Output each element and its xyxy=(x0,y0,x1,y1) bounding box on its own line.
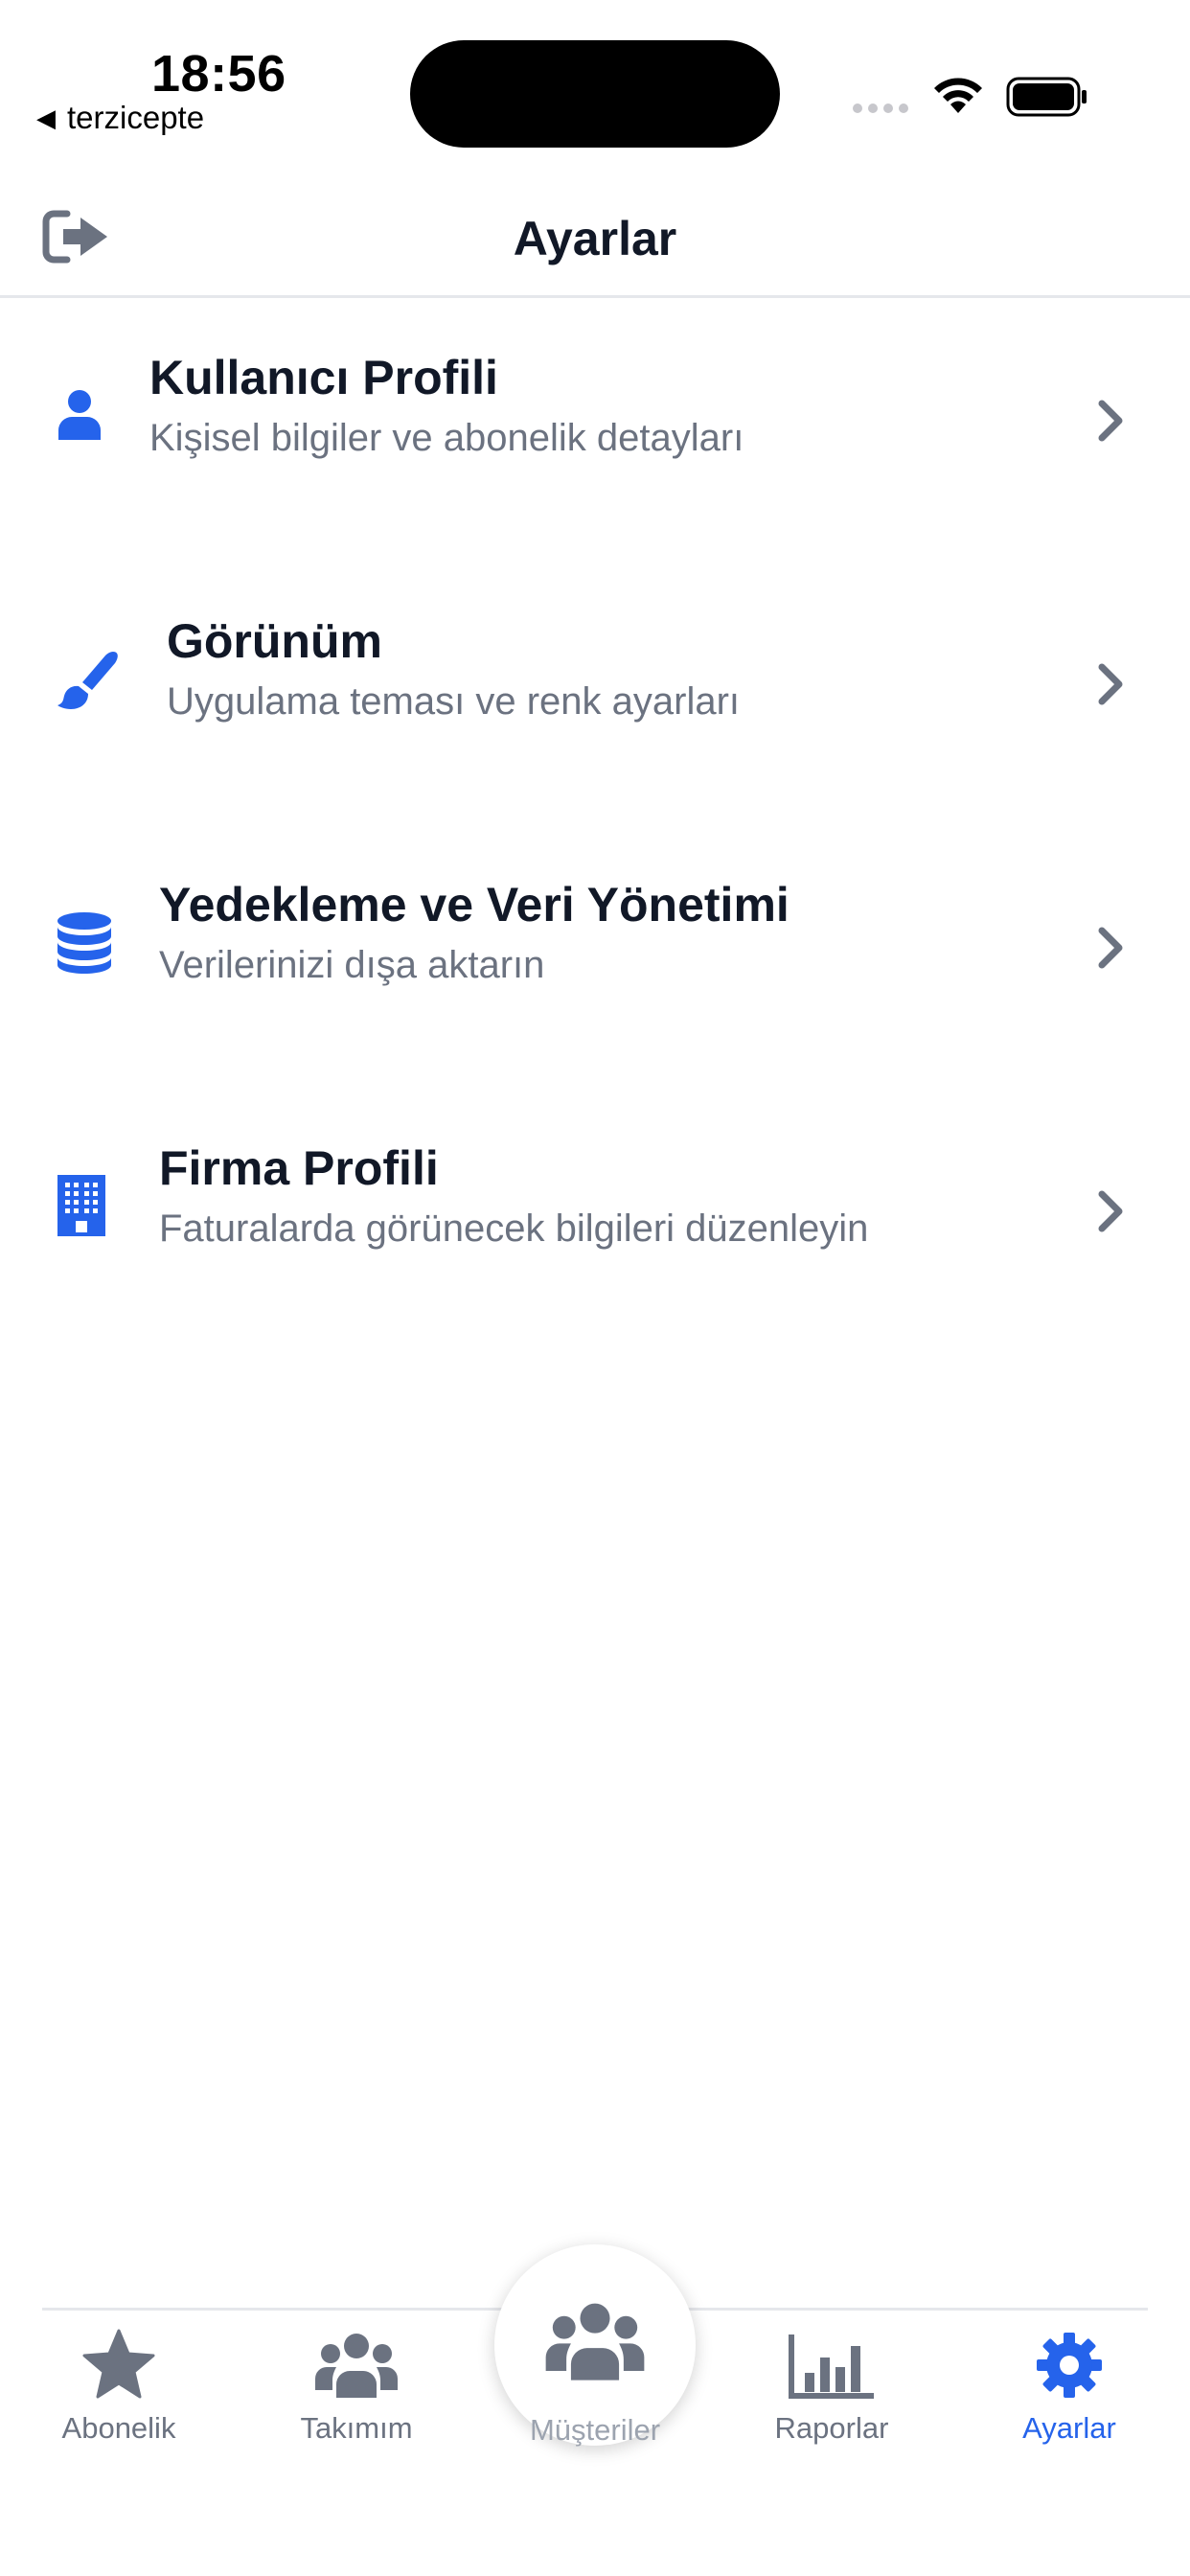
tab-label: Raporlar xyxy=(774,2411,889,2445)
wifi-icon xyxy=(934,78,982,113)
settings-item-title: Yedekleme ve Veri Yönetimi xyxy=(159,878,790,932)
cellular-signal-icon xyxy=(853,104,908,113)
back-to-app-link[interactable]: ◀ terzicepte xyxy=(36,100,204,136)
settings-item-appearance[interactable]: Görünüm Uygulama teması ve renk ayarları xyxy=(0,585,1190,776)
user-icon xyxy=(58,390,101,440)
tab-ayarlar[interactable]: Ayarlar xyxy=(964,2319,1175,2463)
settings-item-subtitle: Kişisel bilgiler ve abonelik detayları xyxy=(149,417,744,459)
settings-item-subtitle: Verilerinizi dışa aktarın xyxy=(159,944,545,986)
chevron-right-icon xyxy=(1098,400,1123,442)
status-time: 18:56 xyxy=(151,45,286,103)
settings-item-backup-data[interactable]: Yedekleme ve Veri Yönetimi Verilerinizi … xyxy=(0,848,1190,1040)
tab-musteriler[interactable]: Müşteriler xyxy=(494,2244,696,2447)
settings-item-title: Firma Profili xyxy=(159,1141,439,1195)
settings-item-title: Görünüm xyxy=(167,614,382,668)
settings-item-subtitle: Faturalarda görünecek bilgileri düzenley… xyxy=(159,1208,869,1250)
building-icon xyxy=(57,1175,105,1236)
paintbrush-icon xyxy=(57,652,118,709)
settings-item-company-profile[interactable]: Firma Profili Faturalarda görünecek bilg… xyxy=(0,1112,1190,1303)
dynamic-island xyxy=(410,40,780,148)
tab-abonelik[interactable]: Abonelik xyxy=(13,2319,224,2463)
database-icon xyxy=(57,912,111,974)
status-bar: 18:56 ◀ terzicepte xyxy=(0,0,1190,163)
nav-header: Ayarlar xyxy=(0,187,1190,298)
users-icon xyxy=(545,2303,645,2380)
settings-item-user-profile[interactable]: Kullanıcı Profili Kişisel bilgiler ve ab… xyxy=(0,321,1190,513)
tab-takimim[interactable]: Takımım xyxy=(251,2319,462,2463)
chevron-right-icon xyxy=(1098,663,1123,705)
users-icon xyxy=(315,2334,398,2398)
settings-item-subtitle: Uygulama teması ve renk ayarları xyxy=(167,680,741,723)
tab-label: Ayarlar xyxy=(1022,2411,1116,2445)
battery-icon xyxy=(1006,77,1087,117)
tab-label: Müşteriler xyxy=(529,2413,661,2447)
chevron-right-icon xyxy=(1098,1190,1123,1232)
back-app-label: terzicepte xyxy=(67,100,205,135)
tab-label: Takımım xyxy=(300,2411,413,2445)
tab-raporlar[interactable]: Raporlar xyxy=(726,2319,937,2463)
gear-icon xyxy=(1037,2333,1102,2398)
chevron-right-icon xyxy=(1098,927,1123,969)
bar-chart-icon xyxy=(789,2334,874,2399)
triangle-left-icon: ◀ xyxy=(36,103,56,132)
page-title: Ayarlar xyxy=(513,212,677,265)
settings-screen: 18:56 ◀ terzicepte Ayarlar Kullanıcı Pro… xyxy=(0,0,1190,2576)
star-icon xyxy=(82,2329,155,2399)
settings-item-title: Kullanıcı Profili xyxy=(149,351,498,404)
tab-label: Abonelik xyxy=(61,2411,176,2445)
